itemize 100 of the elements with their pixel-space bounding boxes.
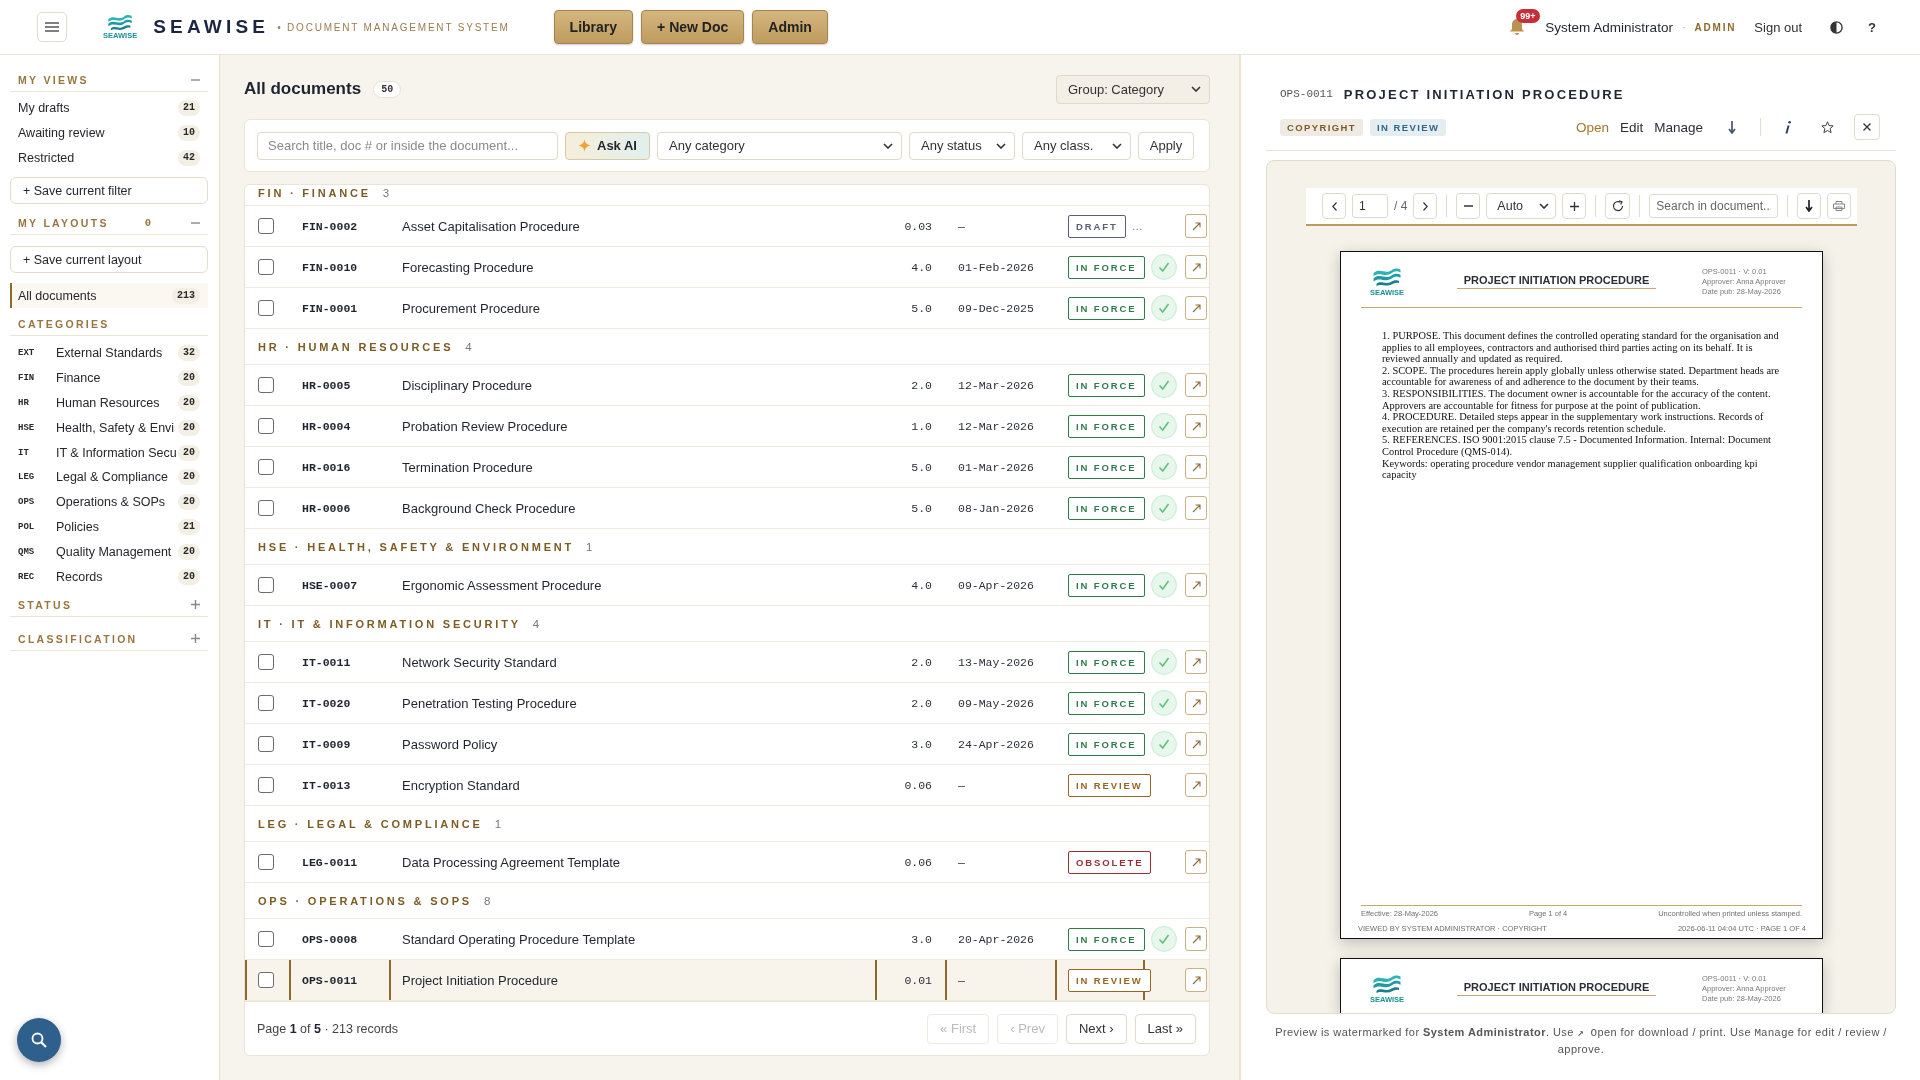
category-item[interactable]: FIN Finance 20	[10, 365, 208, 391]
action-link[interactable]: Open	[1575, 119, 1609, 135]
checkbox[interactable]	[258, 777, 274, 793]
previous-page-button[interactable]	[1322, 193, 1346, 219]
checkbox[interactable]	[258, 654, 274, 670]
doc-number: LEG-0011	[302, 855, 358, 869]
group-title: OPS · OPERATIONS & SOPS	[258, 894, 472, 907]
sidebar-item[interactable]: Awaiting review 10	[10, 120, 208, 145]
download-button[interactable]	[1728, 120, 1736, 134]
category-item[interactable]: REC Records 20	[10, 564, 208, 589]
sidebar-item[interactable]: My drafts 21	[10, 95, 208, 120]
status-badge: IN FORCE	[1068, 496, 1145, 520]
category-item[interactable]: IT IT & Information Secu 20	[10, 440, 208, 465]
theme-button[interactable]	[1830, 20, 1844, 34]
filter-select[interactable]: Any status	[909, 131, 1015, 160]
checkbox[interactable]	[258, 300, 274, 316]
checkbox[interactable]	[258, 418, 274, 434]
count-badge: 20	[178, 370, 200, 387]
status-badge: IN FORCE	[1068, 650, 1145, 674]
category-item[interactable]: POL Policies 21	[10, 514, 208, 540]
action-link[interactable]: Manage	[1654, 119, 1703, 135]
info-button[interactable]	[1785, 120, 1791, 134]
filter-select[interactable]: Any category	[657, 131, 902, 160]
diagonal-arrow-icon	[1191, 580, 1201, 590]
zoom-in-button[interactable]	[1562, 193, 1587, 219]
doc-number: HSE-0007	[302, 578, 358, 592]
close-button[interactable]	[1854, 114, 1880, 140]
chevron-down-icon	[1112, 142, 1122, 149]
save-filter-button[interactable]: + Save current filter	[10, 177, 208, 204]
group-select[interactable]: Group: Category	[1056, 74, 1210, 104]
checkbox[interactable]	[258, 931, 274, 947]
chevron-down-icon	[1539, 203, 1550, 209]
nav-button[interactable]: Library	[553, 10, 634, 44]
document-row[interactable]: OPS-0011 Project Initiation Procedure 0.01 — IN REVIEW	[245, 960, 1209, 1001]
apply-button[interactable]: Apply	[1138, 131, 1194, 160]
zoom-out-button[interactable]	[1456, 193, 1481, 219]
category-code: HSE	[18, 422, 36, 433]
nav-button[interactable]: Admin	[752, 10, 828, 44]
status-badge: IN FORCE	[1068, 927, 1145, 951]
preview-caption: Preview is watermarked for System Administrator. Use ↗ Open for download / print. Use Manage for edit / review / approve.	[1274, 1025, 1888, 1057]
status-badge: IN FORCE	[1068, 691, 1145, 715]
checkbox[interactable]	[258, 695, 274, 711]
plus-icon[interactable]	[191, 600, 200, 610]
menu-button[interactable]	[37, 12, 67, 42]
category-item[interactable]: HR Human Resources 20	[10, 390, 208, 416]
bell-icon[interactable]	[1509, 18, 1526, 36]
nav-button[interactable]: + New Doc	[641, 10, 745, 44]
document-paragraph: 5. REFERENCES. ISO 9001:2015 clause 7.5 - Documented Information. Internal: Document Control Procedure (QMS-014).	[1382, 434, 1772, 458]
print-button[interactable]	[1827, 193, 1852, 219]
doc-title: Penetration Testing Procedure	[402, 695, 577, 711]
checkbox[interactable]	[258, 459, 274, 475]
checkbox[interactable]	[258, 377, 274, 393]
pager-button[interactable]: Next ›	[1065, 1013, 1127, 1044]
info-icon	[1785, 120, 1791, 134]
checkbox[interactable]	[258, 736, 274, 752]
action-link[interactable]: Edit	[1619, 119, 1644, 135]
printer-icon	[1833, 201, 1846, 211]
plus-icon[interactable]	[191, 634, 200, 644]
filter-select[interactable]: Any class.	[1022, 131, 1131, 160]
doc-title: Termination Procedure	[402, 459, 533, 475]
ask-ai-button[interactable]: Ask AI	[565, 131, 650, 160]
sidebar-item[interactable]: All documents 213	[10, 283, 208, 308]
doc-title: Probation Review Procedure	[402, 418, 568, 434]
checkbox[interactable]	[258, 500, 274, 516]
doc-title: Data Processing Agreement Template	[402, 854, 620, 870]
count-badge: 20	[178, 568, 200, 585]
count-badge: 32	[178, 345, 200, 362]
category-item[interactable]: QMS Quality Management 20	[10, 539, 208, 565]
diagonal-arrow-icon	[1191, 934, 1201, 944]
publish-date: 09-Apr-2026	[958, 578, 1034, 592]
sidebar-item[interactable]: Restricted 42	[10, 145, 208, 170]
tag: COPYRIGHT	[1280, 118, 1364, 136]
pager-button[interactable]: Last »	[1134, 1013, 1196, 1044]
search-field[interactable]: Search title, doc # or inside the document...	[257, 131, 558, 160]
help-button[interactable]: ?	[1868, 19, 1876, 35]
diagonal-arrow-icon	[1191, 380, 1201, 390]
document-search-field[interactable]: Search in document...	[1649, 194, 1779, 218]
doc-title: Forecasting Procedure	[402, 259, 534, 275]
category-item[interactable]: LEG Legal & Compliance 20	[10, 465, 208, 490]
checkbox[interactable]	[258, 218, 274, 234]
category-item[interactable]: HSE Health, Safety & Envi 20	[10, 415, 208, 441]
status-badge: IN FORCE	[1068, 455, 1145, 479]
save-layout-button[interactable]: + Save current layout	[10, 246, 208, 273]
category-item[interactable]: EXT External Standards 32	[10, 341, 208, 366]
page-number-field[interactable]: 1	[1352, 194, 1388, 218]
version-number: 5.0	[911, 301, 932, 315]
checkbox[interactable]	[258, 972, 274, 988]
zoom-select[interactable]: Auto	[1486, 193, 1557, 219]
category-item[interactable]: OPS Operations & SOPs 20	[10, 489, 208, 515]
checkbox[interactable]	[258, 577, 274, 593]
next-page-button[interactable]	[1413, 193, 1438, 219]
diagonal-arrow-icon	[1191, 857, 1201, 867]
doc-number: IT-0020	[302, 696, 351, 710]
checkbox[interactable]	[258, 854, 274, 870]
rotate-button[interactable]	[1605, 193, 1631, 219]
favourite-button[interactable]	[1821, 120, 1834, 134]
sign-out-link[interactable]: Sign out	[1754, 19, 1803, 35]
checkbox[interactable]	[258, 259, 274, 275]
chevron-right-icon	[1422, 201, 1428, 211]
group-count: 3	[382, 187, 390, 199]
